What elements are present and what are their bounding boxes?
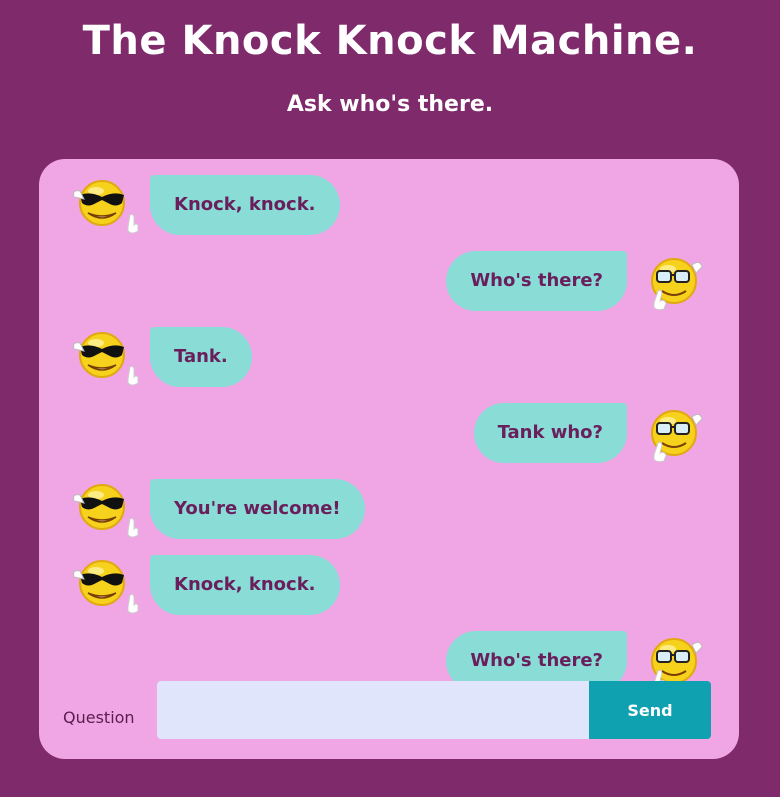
message-list[interactable]: Knock, knock. Who's there? Tank. Tank wh… bbox=[39, 159, 739, 683]
chat-bubble: Knock, knock. bbox=[150, 555, 340, 615]
sunglasses-smiley-icon bbox=[72, 479, 142, 541]
chat-message-row: Knock, knock. bbox=[39, 175, 739, 237]
chat-message-row: Knock, knock. bbox=[39, 555, 739, 617]
glasses-smiley-icon bbox=[636, 631, 706, 683]
sunglasses-smiley-icon bbox=[72, 327, 142, 389]
chat-message-row: Who's there? bbox=[39, 631, 739, 683]
glasses-smiley-icon bbox=[636, 251, 706, 313]
page-title: The Knock Knock Machine. bbox=[82, 18, 698, 64]
page-subtitle: Ask who's there. bbox=[286, 92, 494, 117]
question-label: Question bbox=[63, 708, 135, 727]
chat-bubble: Tank. bbox=[150, 327, 252, 387]
sunglasses-smiley-icon bbox=[72, 175, 142, 237]
question-input[interactable] bbox=[157, 681, 589, 739]
chat-message-row: Who's there? bbox=[39, 251, 739, 313]
chat-bubble: Tank who? bbox=[473, 403, 627, 463]
chat-message-row: Tank. bbox=[39, 327, 739, 389]
chat-bubble: You're welcome! bbox=[150, 479, 365, 539]
chat-panel: Knock, knock. Who's there? Tank. Tank wh… bbox=[39, 159, 739, 759]
glasses-smiley-icon bbox=[636, 403, 706, 465]
chat-message-row: Tank who? bbox=[39, 403, 739, 465]
chat-bubble: Who's there? bbox=[446, 251, 627, 311]
composer: Question Send bbox=[39, 681, 739, 759]
send-button[interactable]: Send bbox=[589, 681, 711, 739]
chat-bubble: Knock, knock. bbox=[150, 175, 340, 235]
chat-bubble: Who's there? bbox=[446, 631, 627, 683]
sunglasses-smiley-icon bbox=[72, 555, 142, 617]
chat-message-row: You're welcome! bbox=[39, 479, 739, 541]
